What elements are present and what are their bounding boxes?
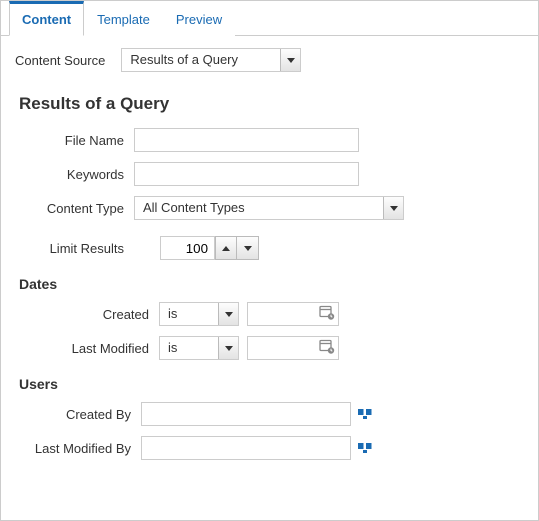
- limit-results-label: Limit Results: [19, 241, 134, 256]
- chevron-down-icon: [390, 206, 398, 211]
- created-by-label: Created By: [19, 407, 141, 422]
- created-date-picker-button[interactable]: [319, 305, 335, 324]
- created-by-picker-button[interactable]: [357, 405, 373, 424]
- chevron-down-icon: [287, 58, 295, 63]
- limit-results-up-button[interactable]: [215, 236, 237, 260]
- content-source-dropdown-button[interactable]: [280, 49, 300, 71]
- last-modified-by-row: Last Modified By: [19, 436, 520, 460]
- chevron-down-icon: [225, 312, 233, 317]
- created-op-dropdown-button[interactable]: [218, 303, 238, 325]
- last-modified-by-picker-button[interactable]: [357, 439, 373, 458]
- dates-heading: Dates: [19, 276, 520, 292]
- keywords-input[interactable]: [134, 162, 359, 186]
- created-row: Created is: [19, 302, 520, 326]
- query-heading: Results of a Query: [19, 94, 520, 114]
- last-modified-label: Last Modified: [19, 341, 159, 356]
- last-modified-date-picker-button[interactable]: [319, 339, 335, 358]
- user-picker-icon: [357, 439, 373, 455]
- users-heading: Users: [19, 376, 520, 392]
- calendar-icon: [319, 339, 335, 355]
- created-op-select[interactable]: is: [159, 302, 239, 326]
- tab-preview[interactable]: Preview: [163, 1, 235, 36]
- limit-results-row: Limit Results: [19, 236, 520, 260]
- file-name-row: File Name: [19, 128, 520, 152]
- tab-bar: Content Template Preview: [1, 1, 538, 36]
- limit-results-stepper: [215, 236, 259, 260]
- content-source-label: Content Source: [15, 53, 105, 68]
- chevron-down-icon: [244, 246, 252, 251]
- form-panel[interactable]: Results of a Query File Name Keywords Co…: [9, 82, 530, 512]
- created-by-input[interactable]: [141, 402, 351, 426]
- last-modified-op-select[interactable]: is: [159, 336, 239, 360]
- keywords-label: Keywords: [19, 167, 134, 182]
- limit-results-down-button[interactable]: [237, 236, 259, 260]
- content-type-label: Content Type: [19, 201, 134, 216]
- chevron-down-icon: [225, 346, 233, 351]
- tab-template[interactable]: Template: [84, 1, 163, 36]
- last-modified-row: Last Modified is: [19, 336, 520, 360]
- file-name-input[interactable]: [134, 128, 359, 152]
- created-by-row: Created By: [19, 402, 520, 426]
- user-picker-icon: [357, 405, 373, 421]
- content-type-select[interactable]: All Content Types: [134, 196, 404, 220]
- created-label: Created: [19, 307, 159, 322]
- last-modified-op-dropdown-button[interactable]: [218, 337, 238, 359]
- last-modified-by-input[interactable]: [141, 436, 351, 460]
- content-type-row: Content Type All Content Types: [19, 196, 520, 220]
- calendar-icon: [319, 305, 335, 321]
- created-op-value: is: [160, 303, 218, 325]
- content-type-value: All Content Types: [135, 197, 383, 219]
- file-name-label: File Name: [19, 133, 134, 148]
- content-source-row: Content Source Results of a Query: [1, 36, 538, 78]
- last-modified-by-label: Last Modified By: [19, 441, 141, 456]
- content-source-select[interactable]: Results of a Query: [121, 48, 301, 72]
- tab-content[interactable]: Content: [9, 1, 84, 36]
- content-source-value: Results of a Query: [122, 49, 280, 71]
- window: Content Template Preview Content Source …: [0, 0, 539, 521]
- chevron-up-icon: [222, 246, 230, 251]
- limit-results-input[interactable]: [160, 236, 215, 260]
- keywords-row: Keywords: [19, 162, 520, 186]
- content-type-dropdown-button[interactable]: [383, 197, 403, 219]
- last-modified-op-value: is: [160, 337, 218, 359]
